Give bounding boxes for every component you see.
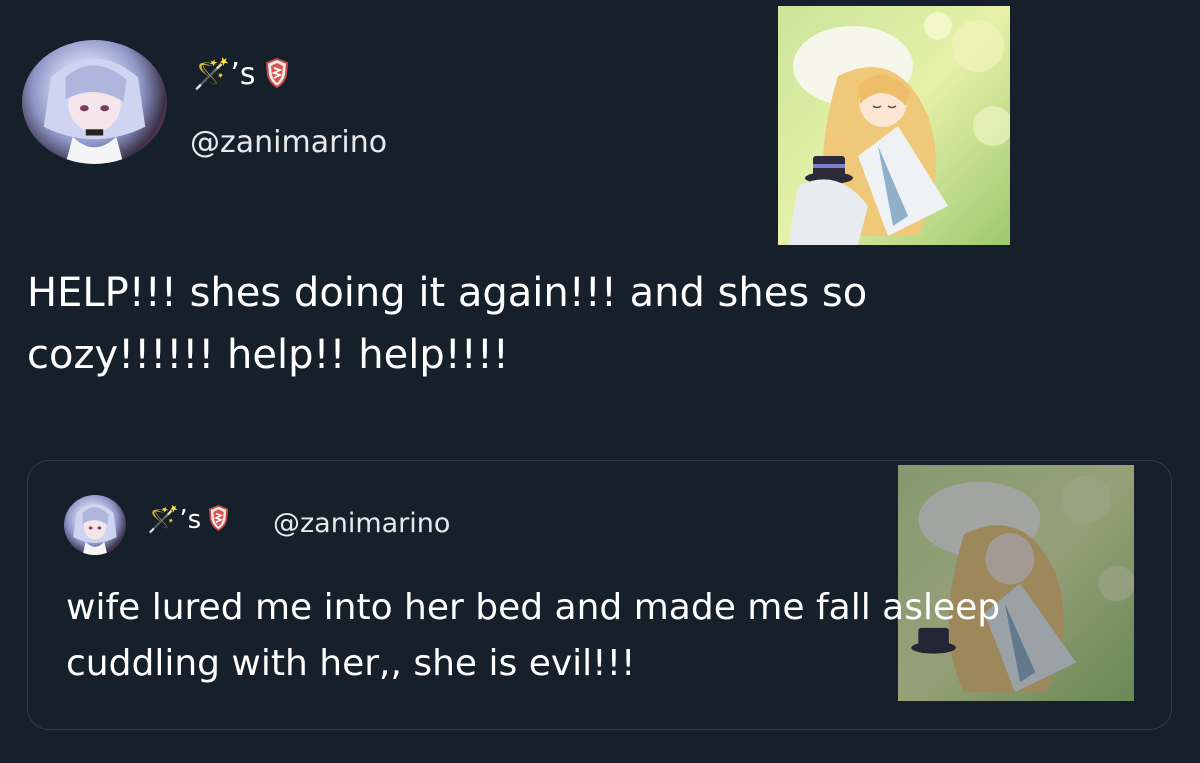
shield-icon [265, 57, 288, 92]
author-avatar[interactable] [22, 40, 167, 164]
anime-artwork [778, 6, 1010, 245]
tweet-image[interactable] [778, 6, 1010, 245]
author-display-name[interactable]: 🪄’s [193, 60, 256, 90]
quoted-author-handle[interactable]: @zanimarino [273, 508, 450, 539]
avatar-illustration [73, 504, 117, 555]
shield-icon [209, 504, 229, 535]
quoted-author-avatar[interactable] [64, 495, 126, 555]
author-handle[interactable]: @zanimarino [190, 125, 387, 160]
quoted-author-display-name[interactable]: 🪄’s [147, 507, 201, 533]
author-name-row[interactable]: 🪄’s [193, 57, 288, 92]
avatar-illustration [43, 58, 146, 164]
quoted-tweet-text: wife lured me into her bed and made me f… [66, 587, 1001, 684]
tweet-text: HELP!!! shes doing it again!!! and shes … [27, 270, 868, 378]
quoted-author-name-row[interactable]: 🪄’s [147, 504, 229, 535]
